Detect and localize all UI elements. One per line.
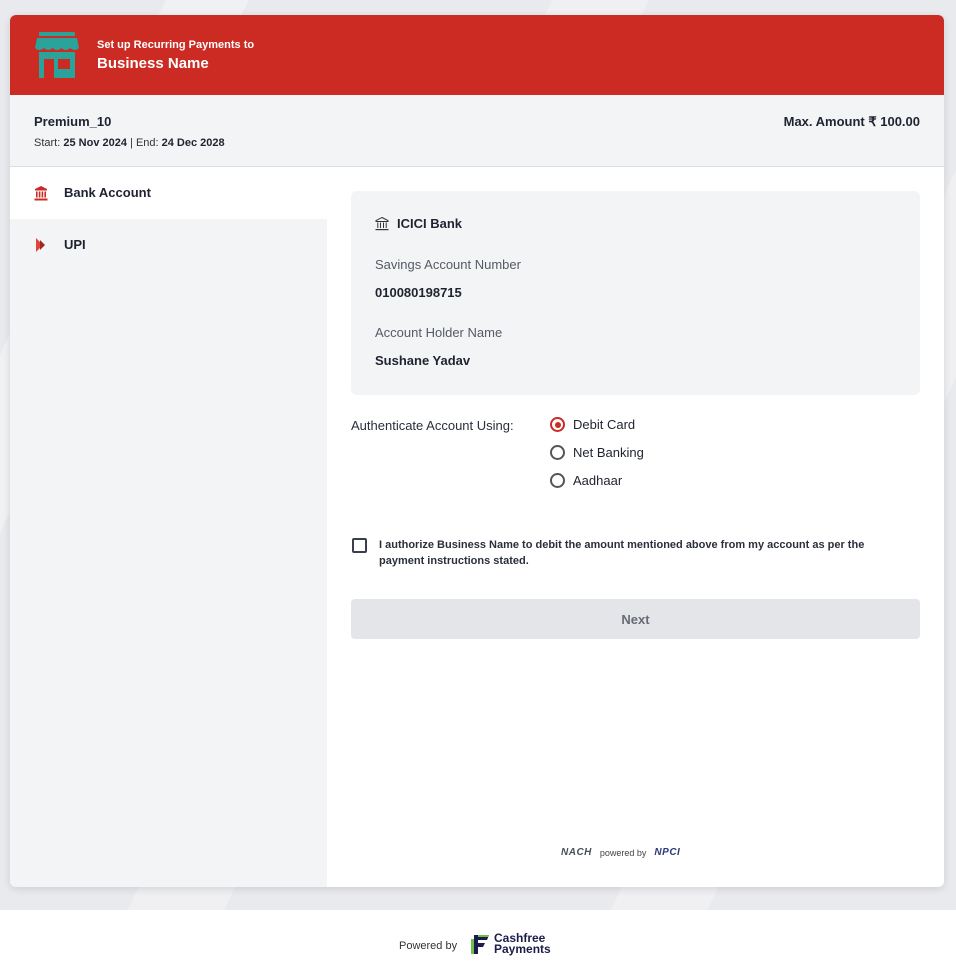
radio-unselected-icon	[550, 473, 565, 488]
brand-line-2: Payments	[494, 942, 551, 956]
account-holder-name: Sushane Yadav	[375, 353, 471, 368]
header: Set up Recurring Payments to Business Na…	[10, 15, 944, 95]
account-holder-label: Account Holder Name	[375, 325, 503, 340]
radio-label: Aadhaar	[573, 473, 623, 488]
store-icon	[35, 32, 79, 78]
plan-dates: Start: 25 Nov 2024 | End: 24 Dec 2028	[34, 137, 225, 149]
sidebar-item-upi[interactable]: UPI	[10, 219, 327, 271]
bank-name-row: ICICI Bank	[375, 216, 462, 231]
upi-icon	[36, 238, 45, 252]
radio-net-banking[interactable]: Net Banking	[550, 445, 644, 460]
consent-row: I authorize Business Name to debit the a…	[351, 535, 920, 585]
main-panel: ICICI Bank Savings Account Number 010080…	[351, 191, 920, 639]
nach-logo: NACH	[561, 847, 592, 858]
account-number: 010080198715	[375, 285, 462, 300]
npci-logo: NPCI	[654, 847, 681, 858]
sidebar-item-label: UPI	[64, 237, 86, 252]
radio-label: Net Banking	[573, 445, 644, 460]
powered-by-npci: powered by	[599, 847, 647, 858]
end-date: 24 Dec 2028	[161, 137, 225, 149]
plan-summary: Premium_10 Start: 25 Nov 2024 | End: 24 …	[10, 95, 944, 167]
nach-npci-badge: NACH powered by NPCI	[561, 847, 680, 858]
start-date: 25 Nov 2024	[63, 137, 127, 149]
account-number-label: Savings Account Number	[375, 257, 521, 272]
bank-icon	[34, 186, 48, 201]
bank-name: ICICI Bank	[397, 216, 463, 231]
plan-name: Premium_10	[34, 114, 112, 129]
consent-text: I authorize Business Name to debit the a…	[379, 539, 865, 567]
radio-label: Debit Card	[573, 417, 636, 432]
bank-details: ICICI Bank Savings Account Number 010080…	[351, 191, 920, 395]
payment-method-sidebar: Bank Account UPI	[10, 167, 327, 887]
footer: Powered by Cashfree Payments	[0, 910, 956, 978]
cashfree-icon	[471, 935, 489, 954]
radio-debit-card[interactable]: Debit Card	[550, 417, 635, 432]
radio-selected-icon	[550, 417, 565, 432]
cashfree-wordmark: Cashfree Payments	[494, 932, 551, 956]
auth-method-group: Authenticate Account Using: Debit Card N…	[351, 410, 920, 510]
header-subtitle: Set up Recurring Payments to	[97, 39, 255, 51]
auth-method-label: Authenticate Account Using:	[351, 418, 514, 433]
bank-icon	[375, 216, 389, 230]
sidebar-item-bank-account[interactable]: Bank Account	[10, 167, 327, 219]
footer-powered-by: Powered by	[399, 940, 458, 952]
start-label: Start:	[34, 137, 61, 149]
consent-checkbox[interactable]	[352, 538, 367, 553]
max-amount: Max. Amount ₹ 100.00	[783, 114, 920, 129]
sidebar-item-label: Bank Account	[64, 185, 151, 200]
radio-aadhaar[interactable]: Aadhaar	[550, 473, 622, 488]
cashfree-logo: Cashfree Payments	[470, 932, 551, 956]
radio-unselected-icon	[550, 445, 565, 460]
merchant-name: Business Name	[97, 55, 209, 72]
next-button[interactable]: Next	[351, 599, 920, 639]
end-label: | End:	[130, 137, 159, 149]
